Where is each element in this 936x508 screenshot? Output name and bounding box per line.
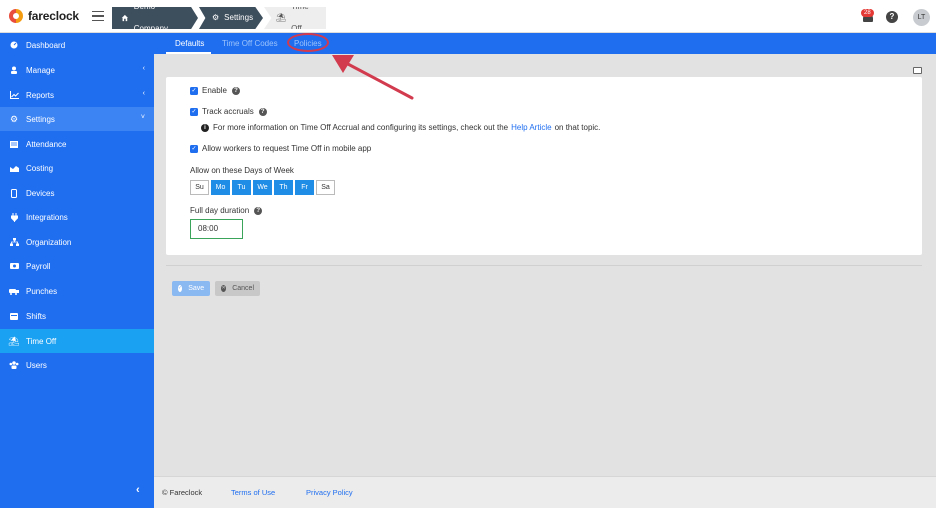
annotation-arrow-icon bbox=[332, 55, 414, 100]
